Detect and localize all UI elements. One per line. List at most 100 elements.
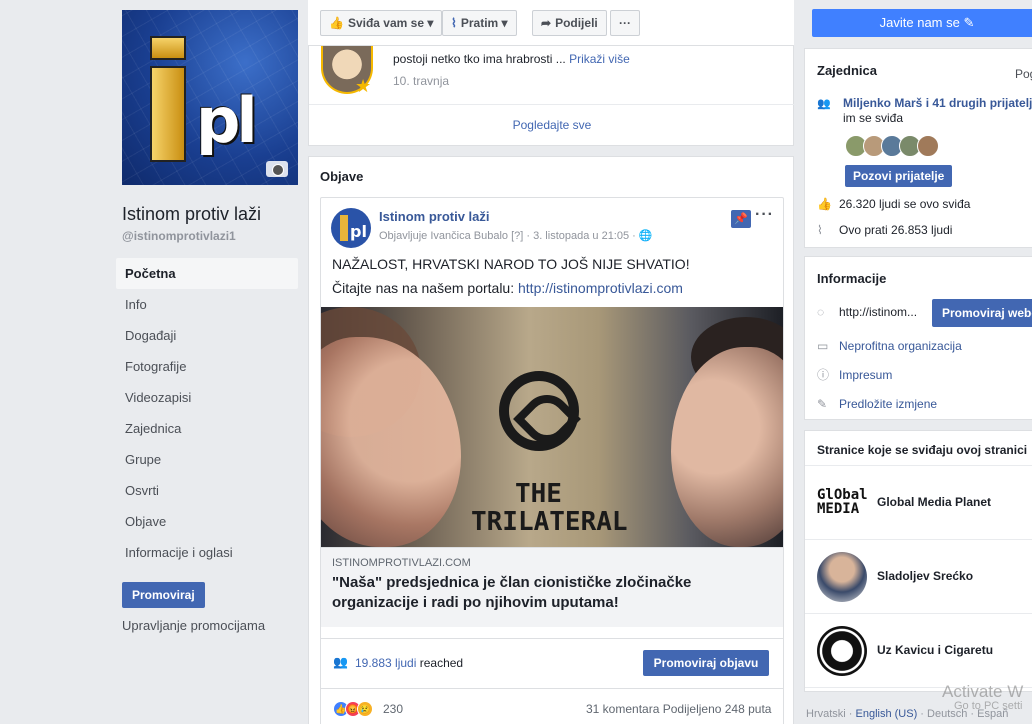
nav-item-videozapisi[interactable]: Videozapisi — [116, 382, 298, 413]
link-preview[interactable]: ISTINOMPROTIVLAZI.COM "Naša" predsjednic… — [321, 547, 783, 627]
image-caption-line2: TRILATERAL — [471, 507, 628, 537]
post-author-avatar[interactable]: pl — [331, 208, 371, 248]
lang-selected[interactable]: English (US) — [856, 708, 918, 720]
link-domain: ISTINOMPROTIVLAZI.COM — [332, 557, 471, 569]
post-link-image[interactable]: THE TRILATERAL — [321, 307, 783, 547]
sladoljev-avatar — [817, 552, 867, 602]
liked-page-item[interactable]: Sladoljev Srećko — [805, 540, 1032, 614]
liked-page-name[interactable]: Uz Kavicu i Cigaretu — [877, 643, 993, 657]
thumbs-up-icon: 👍 — [329, 16, 344, 30]
globe-icon: ◌ — [817, 305, 825, 319]
see-all-link[interactable]: Pogledajte sve — [309, 118, 795, 132]
link-title: "Naša" predsjednica je član cionističke … — [332, 574, 692, 611]
promote-website-button[interactable]: Promoviraj web- — [932, 299, 1032, 327]
manage-promotions-link[interactable]: Upravljanje promocijama — [122, 618, 265, 633]
suggest-edit-link[interactable]: Predložite izmjene — [839, 397, 937, 411]
impressum-link[interactable]: Impresum — [839, 368, 892, 382]
liked-pages-card: Stranice koje se sviđaju ovoj stranici G… — [804, 430, 1032, 692]
people-icon: 👥 — [333, 655, 348, 669]
review-snippet: postoji netko tko ima hrabrosti ... — [393, 52, 570, 66]
category-line: ▭ Neprofitna organizacija — [817, 339, 962, 353]
reach-suffix: reached — [416, 656, 464, 670]
sad-reaction-icon[interactable]: 😢 — [357, 701, 373, 717]
community-see-link[interactable]: Pog — [1015, 67, 1032, 81]
friends-like-names[interactable]: Miljenko Marš i 41 drugih prijatelja — [843, 96, 1032, 110]
nav-item-grupe[interactable]: Grupe — [116, 444, 298, 475]
post-meta-text: Objavljuje Ivančica Bubalo [?] · 3. list… — [379, 230, 636, 242]
reach-number[interactable]: 19.883 ljudi — [355, 656, 416, 670]
share-label: Podijeli — [555, 16, 598, 30]
comments-shares-count[interactable]: 31 komentara Podijeljeno 248 puta — [586, 702, 771, 716]
category-link[interactable]: Neprofitna organizacija — [839, 339, 962, 353]
website-link[interactable]: http://istinom... — [839, 305, 917, 319]
coffee-cup-logo — [817, 626, 867, 676]
post-text-portal: Čitajte nas na našem portalu: http://ist… — [332, 280, 683, 296]
follow-label: Pratim — [460, 16, 499, 30]
review-date: 10. travnja — [393, 74, 450, 88]
globe-icon: 🌐 — [638, 230, 653, 242]
liked-page-name[interactable]: Sladoljev Srećko — [877, 569, 973, 583]
pin-icon[interactable]: 📌 — [731, 210, 751, 228]
posts-section-title: Objave — [320, 169, 364, 184]
nav-item-fotografije[interactable]: Fotografije — [116, 351, 298, 382]
suggest-edit-line: ✎ Predložite izmjene — [817, 397, 937, 411]
nav-item-objave[interactable]: Objave — [116, 506, 298, 537]
nav-item-dogadaji[interactable]: Događaji — [116, 320, 298, 351]
portal-link[interactable]: http://istinomprotivlazi.com — [518, 280, 683, 296]
share-arrow-icon: ➦ — [541, 16, 552, 30]
show-more-link[interactable]: Prikaži više — [569, 52, 630, 66]
nav-item-info[interactable]: Info — [116, 289, 298, 320]
reaction-count[interactable]: 230 — [383, 702, 403, 716]
divider — [309, 104, 795, 105]
page-name: Istinom protiv laži — [122, 204, 262, 224]
post-text-portal-prefix: Čitajte nas na našem portalu: — [332, 280, 518, 296]
logo-i-letter — [150, 36, 186, 164]
friend-avatar[interactable] — [917, 135, 939, 157]
thumbs-up-icon: 👍 — [817, 197, 832, 211]
global-media-logo: GlObal MEDIA — [817, 478, 868, 528]
boost-post-button[interactable]: Promoviraj objavu — [643, 650, 769, 676]
impressum-line: ⓘ Impresum — [817, 366, 892, 383]
nav-item-informacije-i-oglasi[interactable]: Informacije i oglasi — [116, 537, 298, 568]
rss-icon: ⌇ — [451, 16, 457, 30]
logo-pl-letters: pl — [196, 84, 258, 157]
liked-page-name[interactable]: Global Media Planet — [877, 495, 991, 509]
follows-count-text: Ovo prati 26.853 ljudi — [839, 223, 953, 237]
liked-page-item[interactable]: GlObal MEDIA Global Media Planet — [805, 466, 1032, 540]
reviews-card: ★ postoji netko tko ima hrabrosti ... Pr… — [308, 46, 795, 146]
windows-activation-watermark: Activate W — [942, 682, 1024, 701]
website-line: ◌ http://istinom... — [817, 305, 917, 319]
pencil-icon: ✎ — [817, 397, 828, 411]
nav-item-zajednica[interactable]: Zajednica — [116, 413, 298, 444]
image-face-right — [671, 347, 783, 547]
follow-button[interactable]: ⌇ Pratim ▾ — [442, 10, 517, 36]
rss-icon: ⌇ — [817, 223, 823, 237]
liked-page-item[interactable]: Uz Kavicu i Cigaretu — [805, 614, 1032, 688]
nav-item-pocetna[interactable]: Početna — [116, 258, 298, 289]
like-page-button[interactable]: 👍 Sviđa vam se ▾ — [320, 10, 443, 36]
follows-count: ⌇ Ovo prati 26.853 ljudi — [817, 223, 952, 237]
lang-prefix[interactable]: Hrvatski · — [806, 708, 856, 720]
post: pl Istinom protiv laži Objavljuje Ivanči… — [320, 197, 784, 724]
page-profile-picture[interactable]: pl — [122, 10, 298, 185]
post-author-name[interactable]: Istinom protiv laži — [379, 209, 490, 224]
posts-card: Objave pl Istinom protiv laži Objavljuje… — [308, 156, 794, 724]
image-caption-line1: THE — [515, 479, 562, 509]
folder-icon: ▭ — [817, 339, 829, 353]
more-actions-button[interactable]: ··· — [610, 10, 640, 36]
windows-activation-subtext: Go to PC setti — [954, 700, 1023, 712]
share-button[interactable]: ➦ Podijeli — [532, 10, 607, 36]
post-meta: Objavljuje Ivančica Bubalo [?] · 3. list… — [379, 229, 653, 242]
info-icon: ⓘ — [817, 368, 830, 382]
info-title: Informacije — [817, 271, 887, 286]
likes-count: 👍 26.320 ljudi se ovo sviđa — [817, 197, 970, 211]
promote-button[interactable]: Promoviraj — [122, 582, 205, 608]
friends-like-suffix: im se sviđa — [843, 111, 904, 125]
nav-item-osvrti[interactable]: Osvrti — [116, 475, 298, 506]
contact-us-button[interactable]: Javite nam se ✎ — [812, 9, 1032, 37]
info-card: Informacije ◌ http://istinom... Promovira… — [804, 256, 1032, 420]
post-options-icon[interactable]: ··· — [755, 206, 774, 224]
invite-friends-button[interactable]: Pozovi prijatelje — [845, 165, 953, 187]
camera-icon[interactable] — [266, 161, 288, 177]
left-navigation: Početna Info Događaji Fotografije Videoz… — [116, 258, 298, 568]
